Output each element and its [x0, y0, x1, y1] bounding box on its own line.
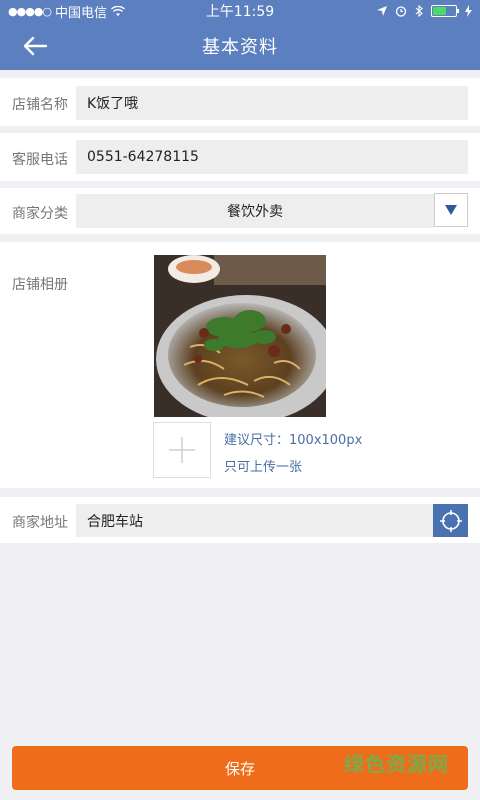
nav-bar: 基本资料 [0, 22, 480, 70]
address-label: 商家地址 [12, 515, 68, 531]
back-button[interactable] [18, 32, 52, 60]
address-row: 商家地址 合肥车站 [0, 497, 480, 543]
page-title: 基本资料 [202, 37, 278, 58]
store-photo[interactable] [154, 255, 326, 417]
address-input[interactable]: 合肥车站 [76, 504, 433, 537]
store-name-label: 店铺名称 [12, 97, 68, 113]
battery-icon [431, 5, 459, 17]
photo-count-hint: 只可上传一张 [224, 460, 303, 475]
locate-button[interactable] [433, 504, 468, 537]
add-photo-button[interactable] [153, 422, 211, 478]
status-time: 上午11:59 [205, 4, 275, 20]
category-dropdown-button[interactable] [434, 193, 468, 227]
service-phone-label: 客服电话 [12, 152, 68, 168]
food-photo-image [154, 255, 326, 417]
watermark-text: 绿色资源网 [344, 752, 449, 776]
plus-icon [169, 437, 195, 463]
location-arrow-icon [377, 6, 387, 16]
category-label: 商家分类 [12, 206, 68, 222]
charging-icon [465, 5, 472, 17]
alarm-icon [395, 6, 407, 17]
album-label: 店铺相册 [12, 277, 68, 293]
status-bar: ●●●●○ 中国电信 上午11:59 [0, 0, 480, 22]
signal-icon: ●●●●○ [8, 4, 52, 18]
category-row: 商家分类 餐饮外卖 [0, 188, 480, 234]
status-left: ●●●●○ 中国电信 [8, 2, 178, 21]
service-phone-input[interactable]: 0551-64278115 [76, 140, 468, 174]
carrier-label: 中国电信 [55, 5, 108, 21]
service-phone-row: 客服电话 0551-64278115 [0, 133, 480, 181]
triangle-down-icon [445, 205, 457, 215]
wifi-icon [111, 5, 125, 16]
category-select[interactable]: 餐饮外卖 [76, 194, 434, 228]
store-name-input[interactable]: K饭了哦 [76, 86, 468, 120]
store-name-row: 店铺名称 K饭了哦 [0, 78, 480, 126]
bluetooth-icon [415, 5, 423, 17]
photo-size-hint: 建议尺寸：100x100px [224, 433, 363, 448]
back-arrow-icon [23, 36, 48, 56]
battery-fill [433, 7, 447, 15]
crosshair-icon [439, 509, 462, 532]
status-right [302, 5, 472, 17]
